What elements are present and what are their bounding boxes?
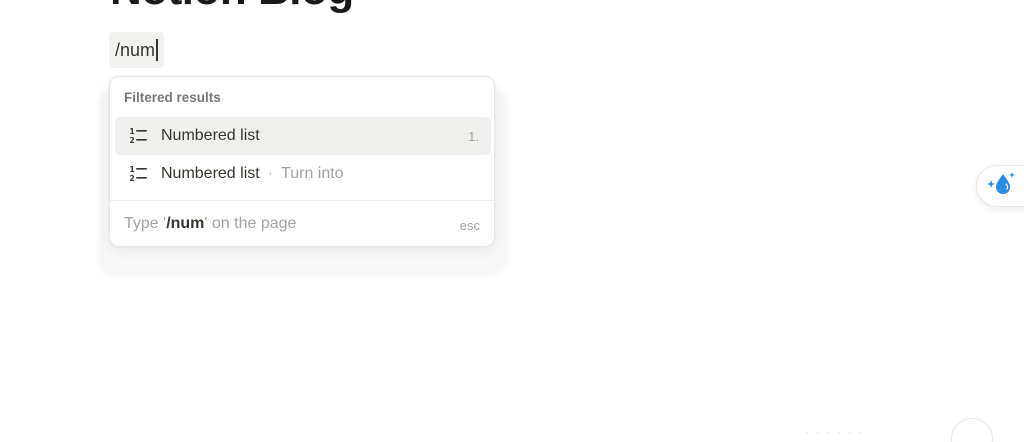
menu-esc-hint: esc xyxy=(459,218,480,233)
menu-item-numbered-list[interactable]: 1 2 Numbered list 1. xyxy=(115,117,491,155)
help-button[interactable] xyxy=(951,418,993,442)
svg-text:1: 1 xyxy=(130,165,135,174)
menu-item-separator: · xyxy=(267,165,274,182)
footer-prefix: Type ' xyxy=(124,215,167,232)
menu-item-sublabel: Turn into xyxy=(281,165,344,182)
numbered-list-icon: 1 2 xyxy=(128,126,148,146)
ai-assistant-button[interactable] xyxy=(976,165,1024,207)
svg-text:2: 2 xyxy=(130,174,135,183)
menu-footer-hint[interactable]: Type '/num' on the page xyxy=(124,215,296,233)
menu-divider xyxy=(110,200,494,201)
svg-text:1: 1 xyxy=(130,127,135,136)
svg-text:2: 2 xyxy=(130,136,135,145)
menu-item-turn-into-numbered-list[interactable]: 1 2 Numbered list · Turn into xyxy=(115,155,491,193)
footer-suffix: ' on the page xyxy=(204,215,297,232)
slash-command-menu: Filtered results 1 2 Numbered list 1. 1 … xyxy=(109,76,495,247)
ai-sparkle-drop-icon xyxy=(985,170,1017,203)
bottom-faint-text: · · · · · · xyxy=(805,427,865,439)
page-title: Notion Blog xyxy=(110,0,354,12)
footer-query: /num xyxy=(166,215,205,232)
page: Notion Blog /num Filtered results 1 2 Nu… xyxy=(0,0,1024,442)
numbered-list-icon: 1 2 xyxy=(128,164,148,184)
text-caret xyxy=(156,39,158,61)
menu-item-label: Numbered list xyxy=(161,127,260,144)
menu-item-label: Numbered list xyxy=(161,165,260,182)
menu-item-shortcut: 1. xyxy=(468,128,479,144)
slash-command-text: /num xyxy=(115,40,156,60)
menu-section-header: Filtered results xyxy=(124,90,221,105)
slash-command-input[interactable]: /num xyxy=(109,32,164,68)
